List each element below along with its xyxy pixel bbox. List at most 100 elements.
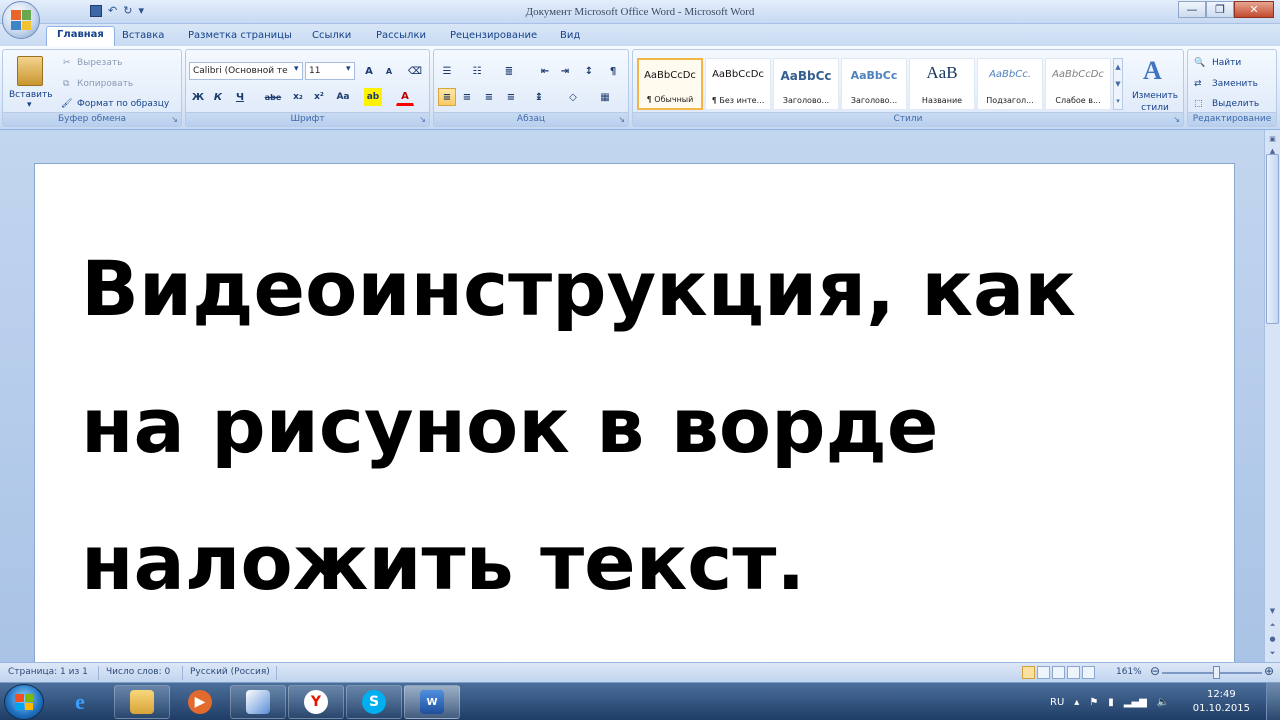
change-case-button[interactable]: Aa xyxy=(334,88,352,106)
sort-icon[interactable]: ↕ xyxy=(580,62,598,80)
previous-page-icon[interactable]: ⏶ xyxy=(1266,618,1279,632)
action-center-flag-icon[interactable]: ⚑ xyxy=(1089,697,1098,708)
draft-icon[interactable] xyxy=(1082,666,1095,679)
network-signal-icon[interactable]: ▂▄▆ xyxy=(1124,697,1147,708)
paste-button[interactable]: Вставить xyxy=(9,90,53,100)
outline-icon[interactable] xyxy=(1067,666,1080,679)
numbering-icon[interactable]: ☷ xyxy=(468,62,486,80)
font-family-select[interactable]: Calibri (Основной те xyxy=(189,62,303,80)
tab-page-layout[interactable]: Разметка страницы xyxy=(178,28,302,43)
decrease-indent-icon[interactable]: ⇤ xyxy=(536,62,554,80)
document-page[interactable]: Видеоинструкция, как на рисунок в ворде … xyxy=(34,163,1235,663)
styles-launcher-icon[interactable]: ↘ xyxy=(1173,115,1180,124)
align-left-icon[interactable]: ≡ xyxy=(438,88,456,106)
replace-button[interactable]: Заменить xyxy=(1212,79,1258,89)
clipboard-launcher-icon[interactable]: ↘ xyxy=(171,115,178,124)
taskbar-internet-explorer[interactable]: e xyxy=(52,685,108,719)
select-browse-object-icon[interactable]: ● xyxy=(1266,632,1279,646)
zoom-out-icon[interactable]: ⊖ xyxy=(1150,664,1160,678)
scrollbar-thumb[interactable] xyxy=(1266,154,1279,324)
underline-button[interactable]: Ч xyxy=(231,88,249,106)
change-styles-button[interactable]: Изменить стили xyxy=(1129,90,1181,114)
taskbar-yandex[interactable]: Y xyxy=(288,685,344,719)
paragraph-launcher-icon[interactable]: ↘ xyxy=(618,115,625,124)
start-button[interactable] xyxy=(4,684,44,720)
taskbar-skype[interactable]: S xyxy=(346,685,402,719)
taskbar-word[interactable]: W xyxy=(404,685,460,719)
print-layout-icon[interactable] xyxy=(1022,666,1035,679)
cut-button[interactable]: Вырезать xyxy=(77,58,122,68)
zoom-slider-thumb[interactable] xyxy=(1213,666,1220,679)
shading-icon[interactable]: ◇ xyxy=(564,88,582,106)
bullets-icon[interactable]: ☰ xyxy=(438,62,456,80)
document-text[interactable]: Видеоинструкция, как на рисунок в ворде … xyxy=(81,220,1181,631)
style-heading-2[interactable]: AaBbCc Заголово... xyxy=(841,58,907,110)
taskbar-explorer[interactable] xyxy=(114,685,170,719)
tab-view[interactable]: Вид xyxy=(550,28,590,43)
font-launcher-icon[interactable]: ↘ xyxy=(419,115,426,124)
taskbar-paint[interactable] xyxy=(230,685,286,719)
tab-mailings[interactable]: Рассылки xyxy=(366,28,436,43)
style-no-spacing[interactable]: AaBbCcDc ¶ Без инте... xyxy=(705,58,771,110)
find-button[interactable]: Найти xyxy=(1212,58,1241,68)
show-marks-icon[interactable]: ¶ xyxy=(604,62,622,80)
tab-review[interactable]: Рецензирование xyxy=(440,28,547,43)
shrink-font-icon[interactable]: A xyxy=(380,62,398,80)
select-button[interactable]: Выделить xyxy=(1212,99,1259,109)
paste-icon[interactable] xyxy=(17,56,43,86)
language-bar[interactable]: RU xyxy=(1050,697,1064,708)
paste-dropdown-icon[interactable]: ▾ xyxy=(27,100,32,110)
bold-button[interactable]: Ж xyxy=(189,88,207,106)
taskbar-media-player[interactable]: ▶ xyxy=(172,685,228,719)
tab-references[interactable]: Ссылки xyxy=(302,28,361,43)
line-spacing-icon[interactable]: ↨ xyxy=(530,88,548,106)
italic-button[interactable]: К xyxy=(209,88,227,106)
office-button[interactable] xyxy=(2,1,40,39)
page-count[interactable]: Страница: 1 из 1 xyxy=(8,667,88,677)
multilevel-list-icon[interactable]: ≣ xyxy=(500,62,518,80)
web-layout-icon[interactable] xyxy=(1052,666,1065,679)
paragraph-group-label: Абзац xyxy=(434,112,628,126)
find-icon: 🔍 xyxy=(1194,58,1206,68)
style-heading-1[interactable]: AaBbCc Заголово... xyxy=(773,58,839,110)
language-indicator[interactable]: Русский (Россия) xyxy=(190,667,270,677)
tab-home[interactable]: Главная xyxy=(46,26,115,46)
styles-group: AaBbCcDc ¶ Обычный AaBbCcDc ¶ Без инте..… xyxy=(632,49,1184,127)
style-normal[interactable]: AaBbCcDc ¶ Обычный xyxy=(637,58,703,110)
minimize-button[interactable]: — xyxy=(1178,1,1206,18)
zoom-slider[interactable] xyxy=(1162,672,1262,674)
clock[interactable]: 12:49 01.10.2015 xyxy=(1193,688,1250,716)
align-right-icon[interactable]: ≡ xyxy=(480,88,498,106)
volume-icon[interactable]: 🔈 xyxy=(1157,697,1169,708)
increase-indent-icon[interactable]: ⇥ xyxy=(556,62,574,80)
next-page-icon[interactable]: ⏷ xyxy=(1266,646,1279,660)
zoom-in-icon[interactable]: ⊕ xyxy=(1264,664,1274,678)
style-subtle-emphasis[interactable]: AaBbCcDc Слабое в... xyxy=(1045,58,1111,110)
font-color-icon[interactable]: A xyxy=(396,88,414,106)
strikethrough-button[interactable]: abe xyxy=(264,88,282,106)
superscript-button[interactable]: x² xyxy=(310,88,328,106)
maximize-button[interactable]: ❐ xyxy=(1206,1,1234,18)
vertical-scrollbar[interactable]: ▣ ▲ ▼ ⏶ ● ⏷ xyxy=(1264,130,1280,662)
format-painter-button[interactable]: Формат по образцу xyxy=(77,99,169,109)
justify-icon[interactable]: ≡ xyxy=(502,88,520,106)
zoom-level[interactable]: 161% xyxy=(1116,667,1142,677)
copy-button[interactable]: Копировать xyxy=(77,79,133,89)
style-subtitle[interactable]: AaBbCc. Подзагол... xyxy=(977,58,1043,110)
show-desktop-button[interactable] xyxy=(1266,683,1280,720)
show-hidden-icons-icon[interactable]: ▴ xyxy=(1074,697,1079,708)
highlight-color-icon[interactable]: ab xyxy=(364,88,382,106)
full-screen-reading-icon[interactable] xyxy=(1037,666,1050,679)
word-count[interactable]: Число слов: 0 xyxy=(106,667,170,677)
borders-icon[interactable]: ▦ xyxy=(596,88,614,106)
clear-formatting-icon[interactable]: ⌫ xyxy=(406,62,424,80)
subscript-button[interactable]: x₂ xyxy=(289,88,307,106)
close-button[interactable]: ✕ xyxy=(1234,1,1274,18)
battery-icon[interactable]: ▮ xyxy=(1108,697,1114,708)
scroll-down-icon[interactable]: ▼ xyxy=(1266,604,1279,618)
tab-insert[interactable]: Вставка xyxy=(112,28,174,43)
style-title[interactable]: AaB Название xyxy=(909,58,975,110)
grow-font-icon[interactable]: A xyxy=(360,62,378,80)
styles-scroll-icon[interactable]: ▲ ▼ ▾ xyxy=(1113,58,1123,110)
align-center-icon[interactable]: ≡ xyxy=(458,88,476,106)
